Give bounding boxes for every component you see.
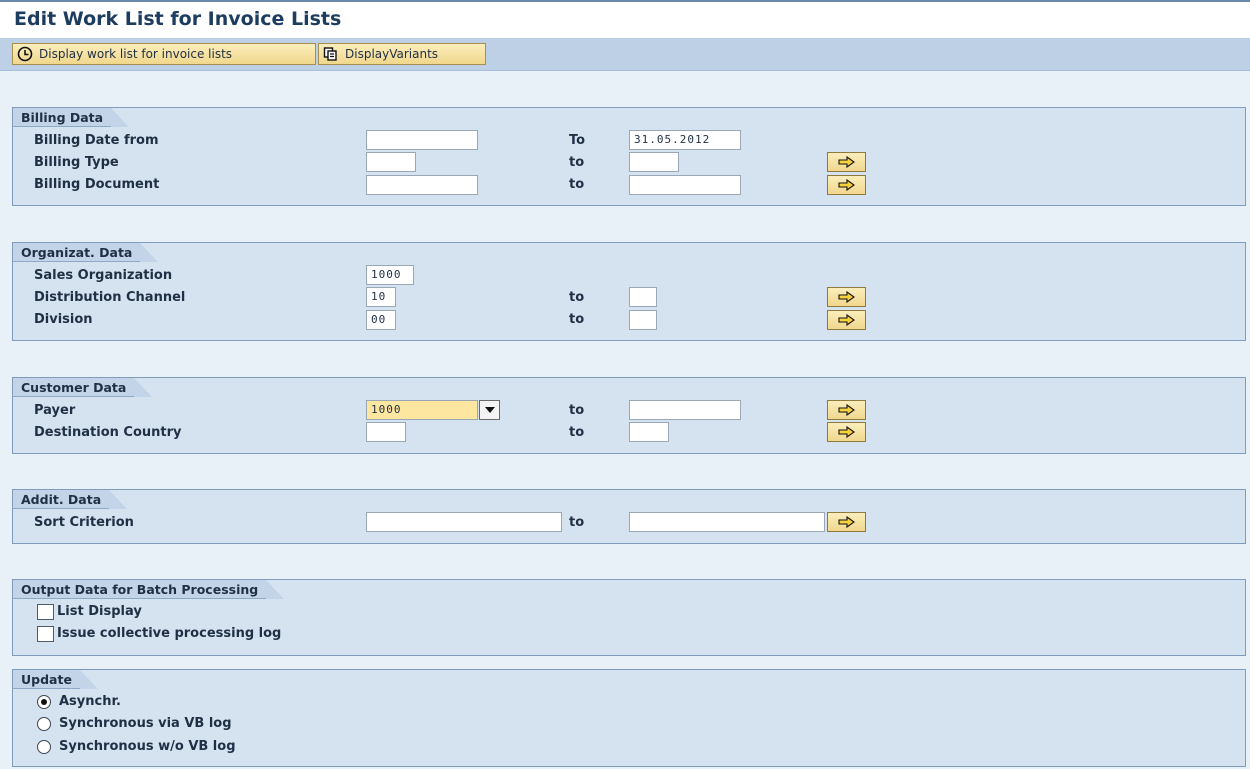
sort-criterion-label: Sort Criterion (34, 515, 134, 530)
billing-date-to-field[interactable]: 31.05.2012 (629, 130, 741, 150)
arrow-right-icon (837, 426, 855, 438)
sort-criterion-to-field[interactable] (629, 512, 825, 532)
arrow-right-icon (837, 156, 855, 168)
title-bar: Edit Work List for Invoice Lists (0, 0, 1250, 38)
chevron-down-icon (484, 407, 495, 413)
arrow-right-icon (837, 404, 855, 416)
clock-icon (17, 46, 33, 62)
customer-data-title: Customer Data (13, 378, 153, 397)
sort-criterion-multiple-selection-button[interactable] (827, 512, 866, 532)
arrow-right-icon (837, 179, 855, 191)
asynchronous-label: Asynchr. (59, 694, 121, 709)
update-group: Update Asynchr. Synchronous via VB log S… (12, 669, 1246, 767)
synchronous-vb-label: Synchronous via VB log (59, 716, 232, 731)
display-variants-button[interactable]: DisplayVariants (318, 43, 486, 65)
division-to-label: to (569, 312, 585, 327)
billing-document-from-field[interactable] (366, 175, 478, 195)
update-title: Update (13, 670, 98, 689)
billing-data-group: Billing Data Billing Date from To 31.05.… (12, 107, 1246, 206)
distribution-channel-to-label: to (569, 290, 585, 305)
output-data-title: Output Data for Batch Processing (13, 580, 285, 599)
payer-from-field[interactable]: 1000 (366, 400, 478, 420)
application-toolbar: Display work list for invoice lists Disp… (0, 38, 1250, 71)
division-label: Division (34, 312, 93, 327)
arrow-right-icon (837, 314, 855, 326)
sales-organization-label: Sales Organization (34, 268, 173, 283)
page-title: Edit Work List for Invoice Lists (14, 8, 342, 30)
output-data-group: Output Data for Batch Processing List Di… (12, 579, 1246, 656)
billing-document-label: Billing Document (34, 177, 160, 192)
division-to-field[interactable] (629, 310, 657, 330)
distribution-channel-to-field[interactable] (629, 287, 657, 307)
display-variants-label: DisplayVariants (345, 47, 439, 61)
payer-dropdown-button[interactable] (479, 400, 500, 420)
billing-type-from-field[interactable] (366, 152, 416, 172)
arrow-right-icon (837, 516, 855, 528)
billing-type-to-label: to (569, 155, 585, 170)
distribution-channel-label: Distribution Channel (34, 290, 186, 305)
arrow-right-icon (837, 291, 855, 303)
additional-data-group: Addit. Data Sort Criterion to (12, 489, 1246, 544)
billing-document-to-label: to (569, 177, 585, 192)
asynchronous-radio[interactable] (37, 695, 51, 709)
list-display-checkbox[interactable] (37, 604, 54, 620)
payer-to-field[interactable] (629, 400, 741, 420)
destination-country-label: Destination Country (34, 425, 182, 440)
division-from-field[interactable]: 00 (366, 310, 396, 330)
variants-icon (323, 46, 339, 62)
billing-type-multiple-selection-button[interactable] (827, 152, 866, 172)
sales-organization-field[interactable]: 1000 (366, 265, 414, 285)
organizational-data-group: Organizat. Data Sales Organization 1000 … (12, 242, 1246, 341)
organizational-data-title: Organizat. Data (13, 243, 159, 262)
destination-country-multiple-selection-button[interactable] (827, 422, 866, 442)
payer-to-label: to (569, 403, 585, 418)
billing-date-to-label: To (569, 133, 586, 148)
additional-data-title: Addit. Data (13, 490, 128, 509)
display-worklist-label: Display work list for invoice lists (39, 47, 233, 61)
payer-multiple-selection-button[interactable] (827, 400, 866, 420)
customer-data-group: Customer Data Payer 1000 to Destination … (12, 377, 1246, 454)
distribution-channel-multiple-selection-button[interactable] (827, 287, 866, 307)
destination-country-to-field[interactable] (629, 422, 669, 442)
list-display-label: List Display (57, 604, 142, 619)
billing-document-multiple-selection-button[interactable] (827, 175, 866, 195)
destination-country-to-label: to (569, 425, 585, 440)
billing-data-title: Billing Data (13, 108, 130, 127)
billing-type-label: Billing Type (34, 155, 119, 170)
display-worklist-button[interactable]: Display work list for invoice lists (12, 43, 316, 65)
sort-criterion-from-field[interactable] (366, 512, 562, 532)
collective-log-label: Issue collective processing log (57, 626, 282, 641)
billing-document-to-field[interactable] (629, 175, 741, 195)
billing-date-label: Billing Date from (34, 133, 159, 148)
synchronous-novb-label: Synchronous w/o VB log (59, 739, 236, 754)
payer-label: Payer (34, 403, 76, 418)
collective-log-checkbox[interactable] (37, 626, 54, 642)
distribution-channel-from-field[interactable]: 10 (366, 287, 396, 307)
destination-country-from-field[interactable] (366, 422, 406, 442)
billing-type-to-field[interactable] (629, 152, 679, 172)
billing-date-from-field[interactable] (366, 130, 478, 150)
division-multiple-selection-button[interactable] (827, 310, 866, 330)
sort-criterion-to-label: to (569, 515, 585, 530)
synchronous-vb-radio[interactable] (37, 717, 51, 731)
synchronous-novb-radio[interactable] (37, 740, 51, 754)
